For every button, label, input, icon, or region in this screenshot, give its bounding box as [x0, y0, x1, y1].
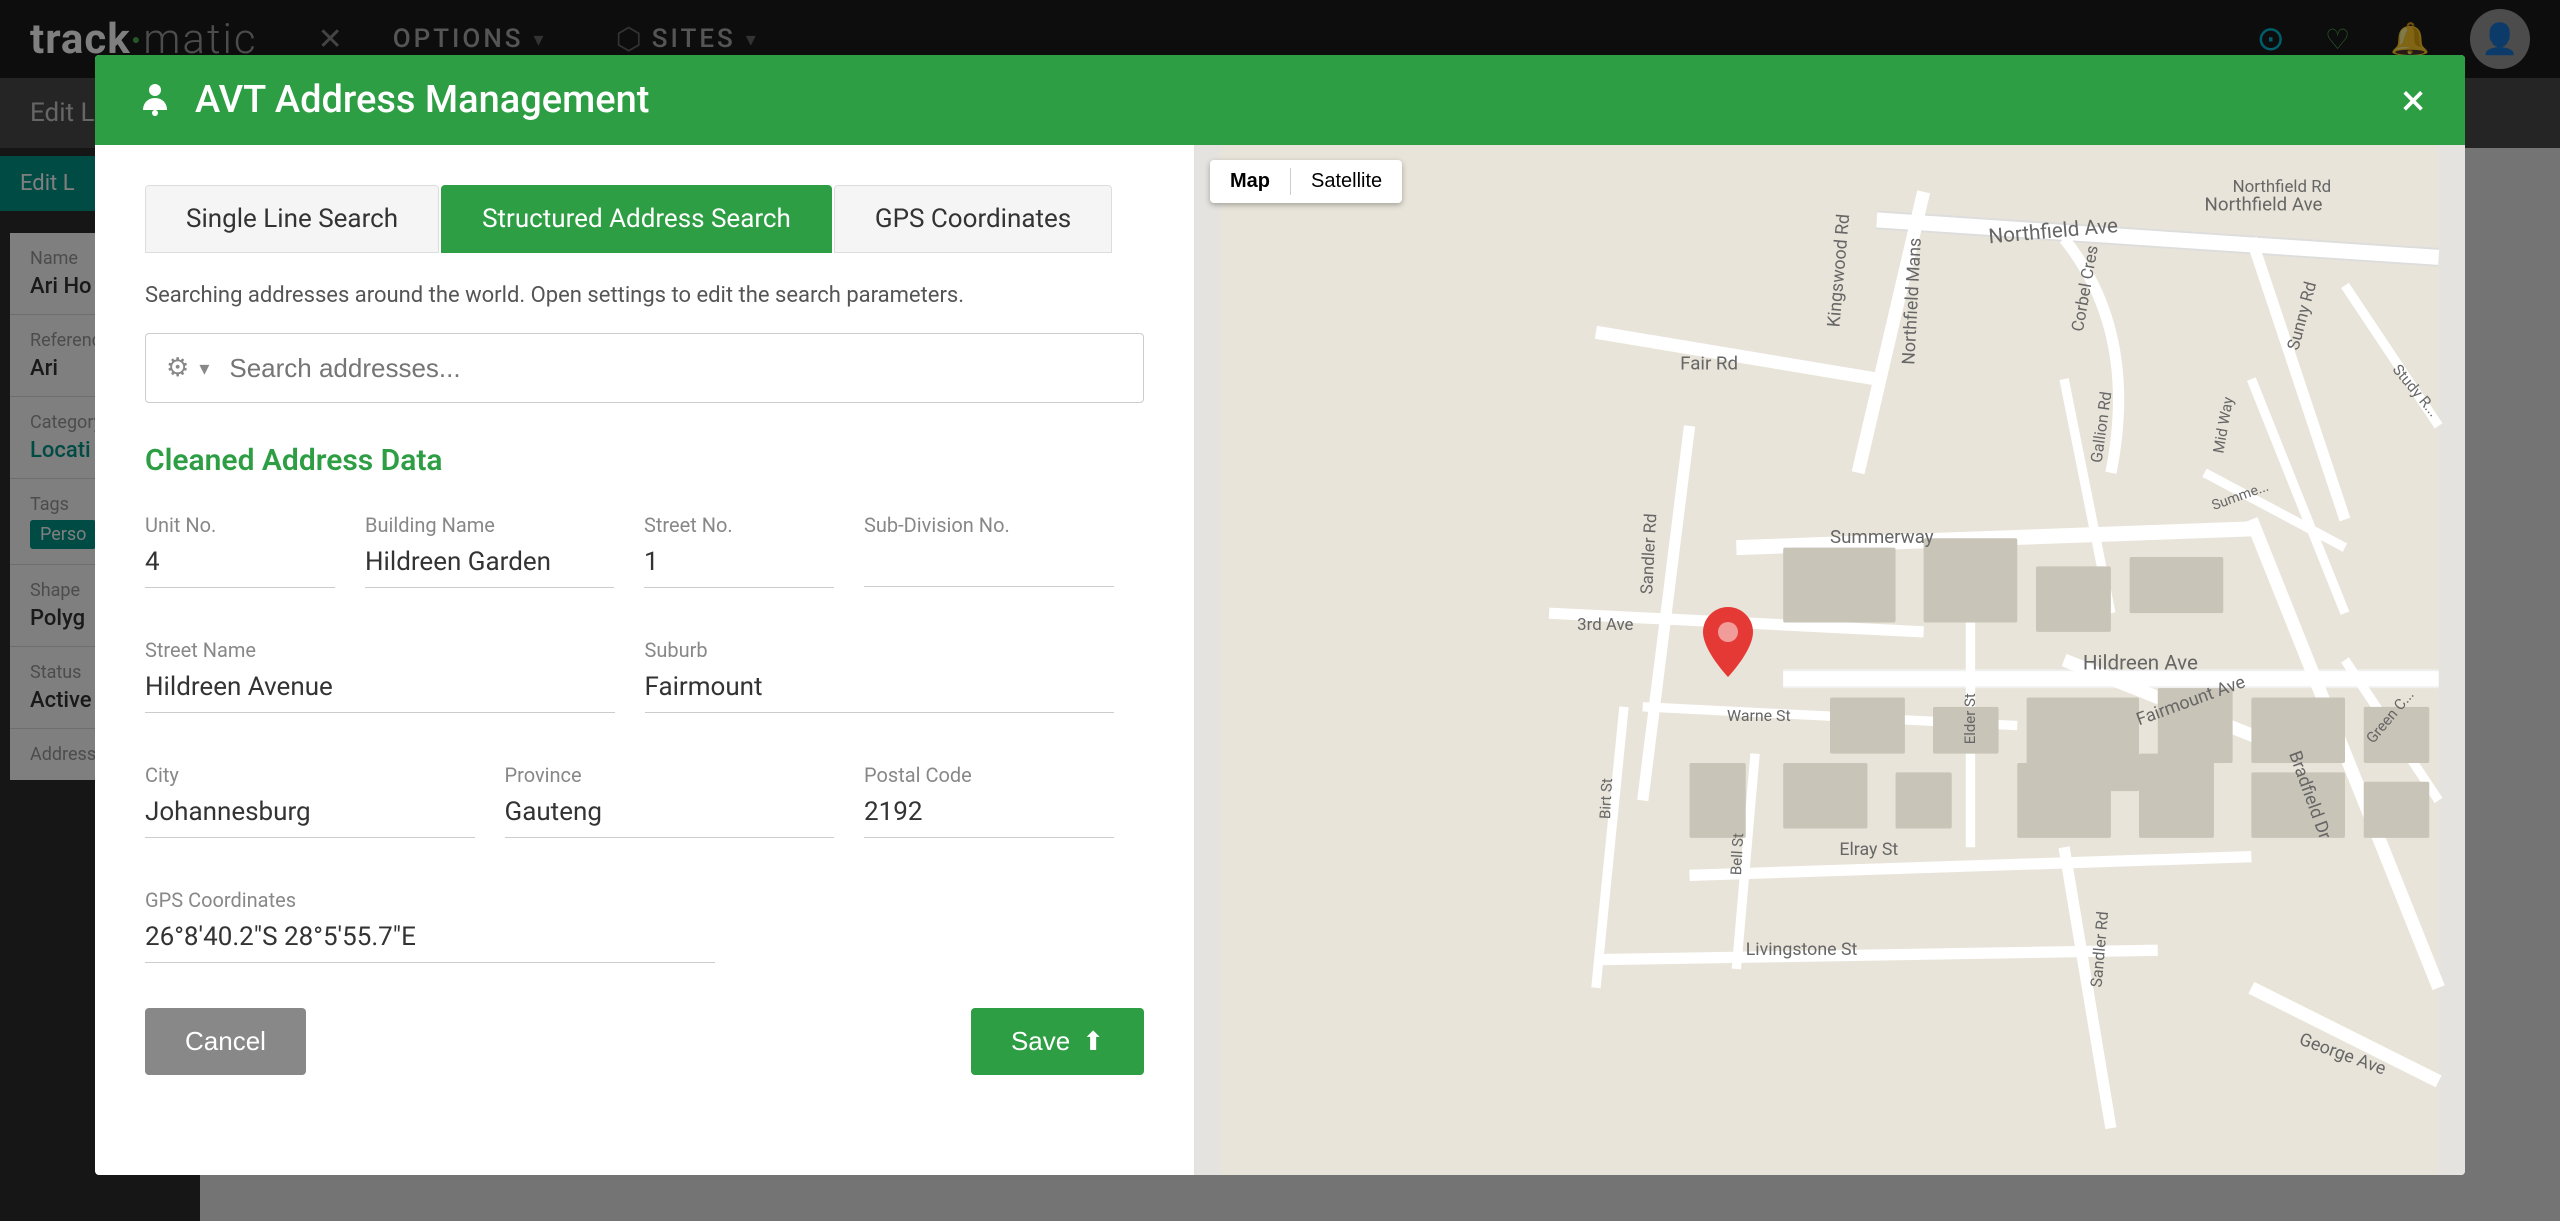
svg-text:Northfield Ave: Northfield Ave [2205, 194, 2323, 216]
svg-text:Summerway: Summerway [1830, 526, 1934, 548]
svg-text:Northfield Rd: Northfield Rd [2233, 177, 2331, 197]
building-name-label: Building Name [365, 513, 614, 537]
suburb-value: Fairmount [645, 672, 1115, 713]
street-name-label: Street Name [145, 638, 615, 662]
search-input[interactable] [229, 353, 1123, 384]
map-type-satellite-button[interactable]: Satellite [1291, 160, 1402, 203]
field-street-no: Street No. 1 [644, 513, 864, 608]
svg-text:3rd Ave: 3rd Ave [1577, 615, 1633, 635]
unit-no-value: 4 [145, 547, 335, 588]
field-subdivision: Sub-Division No. [864, 513, 1144, 608]
search-bar-chevron-icon[interactable]: ▾ [199, 356, 209, 380]
city-value: Johannesburg [145, 797, 475, 838]
postal-code-label: Postal Code [864, 763, 1114, 787]
search-info-text: Searching addresses around the world. Op… [145, 283, 1144, 308]
map-type-controls: Map Satellite [1210, 160, 1402, 203]
save-label: Save [1011, 1026, 1070, 1057]
unit-no-label: Unit No. [145, 513, 335, 537]
field-province: Province Gauteng [505, 763, 865, 858]
subdivision-value [864, 547, 1114, 587]
field-building-name: Building Name Hildreen Garden [365, 513, 644, 608]
modal-right-map-panel: Map Satellite [1195, 145, 2465, 1175]
modal-header-icon [135, 76, 175, 125]
save-upload-icon: ⬆ [1082, 1026, 1104, 1057]
map-svg: Northfield Ave Kingswood Rd Corbel Cres … [1195, 145, 2465, 1175]
section-title: Cleaned Address Data [145, 443, 1144, 478]
svg-text:Livingstone St: Livingstone St [1746, 939, 1858, 960]
modal-footer: Cancel Save ⬆ [145, 983, 1144, 1085]
tab-structured-address[interactable]: Structured Address Search [441, 185, 832, 253]
field-unit-no: Unit No. 4 [145, 513, 365, 608]
address-row-2: Street Name Hildreen Avenue Suburb Fairm… [145, 638, 1144, 733]
svg-text:Elray St: Elray St [1839, 839, 1898, 860]
svg-text:Warne St: Warne St [1727, 706, 1791, 725]
address-management-modal: AVT Address Management × Single Line Sea… [95, 55, 2465, 1175]
subdivision-label: Sub-Division No. [864, 513, 1114, 537]
field-postal-code: Postal Code 2192 [864, 763, 1144, 858]
address-row-3: City Johannesburg Province Gauteng Posta… [145, 763, 1144, 858]
svg-text:Sandler Rd: Sandler Rd [1637, 513, 1661, 595]
street-no-value: 1 [644, 547, 834, 588]
postal-code-value: 2192 [864, 797, 1114, 838]
province-value: Gauteng [505, 797, 835, 838]
svg-text:Elder St: Elder St [1961, 693, 1979, 744]
tab-single-line[interactable]: Single Line Search [145, 185, 439, 253]
modal-close-button[interactable]: × [2402, 78, 2425, 122]
svg-text:Hildreen Ave: Hildreen Ave [2083, 651, 2198, 675]
field-suburb: Suburb Fairmount [645, 638, 1145, 733]
street-no-label: Street No. [644, 513, 834, 537]
tab-bar: Single Line Search Structured Address Se… [145, 185, 1144, 253]
city-label: City [145, 763, 475, 787]
tab-gps-coordinates[interactable]: GPS Coordinates [834, 185, 1112, 253]
svg-text:Birt St: Birt St [1596, 778, 1616, 820]
field-street-name: Street Name Hildreen Avenue [145, 638, 645, 733]
address-row-4: GPS Coordinates 26°8'40.2"S 28°5'55.7"E [145, 888, 1144, 983]
svg-text:Fair Rd: Fair Rd [1680, 353, 1738, 375]
street-name-value: Hildreen Avenue [145, 672, 615, 713]
field-city: City Johannesburg [145, 763, 505, 858]
map-pin [1703, 607, 1753, 681]
address-row-1: Unit No. 4 Building Name Hildreen Garden… [145, 513, 1144, 608]
modal-body: Single Line Search Structured Address Se… [95, 145, 2465, 1175]
search-bar[interactable]: ⚙ ▾ [145, 333, 1144, 403]
svg-text:Bell St: Bell St [1727, 833, 1747, 876]
modal-left-panel: Single Line Search Structured Address Se… [95, 145, 1195, 1175]
gps-label: GPS Coordinates [145, 888, 715, 912]
modal-title: AVT Address Management [195, 78, 2402, 122]
field-gps: GPS Coordinates 26°8'40.2"S 28°5'55.7"E [145, 888, 745, 983]
cancel-button[interactable]: Cancel [145, 1008, 306, 1075]
province-label: Province [505, 763, 835, 787]
map-container: Map Satellite [1195, 145, 2465, 1175]
gps-value: 26°8'40.2"S 28°5'55.7"E [145, 922, 715, 963]
modal-header: AVT Address Management × [95, 55, 2465, 145]
map-type-map-button[interactable]: Map [1210, 160, 1290, 203]
settings-icon[interactable]: ⚙ [166, 353, 189, 383]
building-name-value: Hildreen Garden [365, 547, 614, 588]
save-button[interactable]: Save ⬆ [971, 1008, 1144, 1075]
suburb-label: Suburb [645, 638, 1115, 662]
